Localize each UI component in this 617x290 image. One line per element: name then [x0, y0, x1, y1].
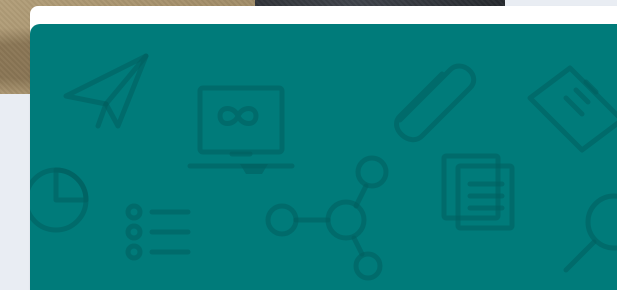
ruler-icon — [527, 65, 617, 153]
list-icon — [125, 203, 191, 261]
page-root — [0, 0, 617, 290]
search-icon — [563, 193, 617, 273]
documents-icon — [441, 153, 515, 231]
paperclip-icon — [394, 63, 477, 143]
laptop-icon — [187, 85, 295, 169]
network-icon — [265, 155, 389, 281]
paper-plane-icon — [63, 53, 149, 129]
pie-chart-icon — [30, 167, 89, 233]
hero-icon-pattern — [30, 53, 617, 281]
hero-banner — [30, 24, 617, 290]
